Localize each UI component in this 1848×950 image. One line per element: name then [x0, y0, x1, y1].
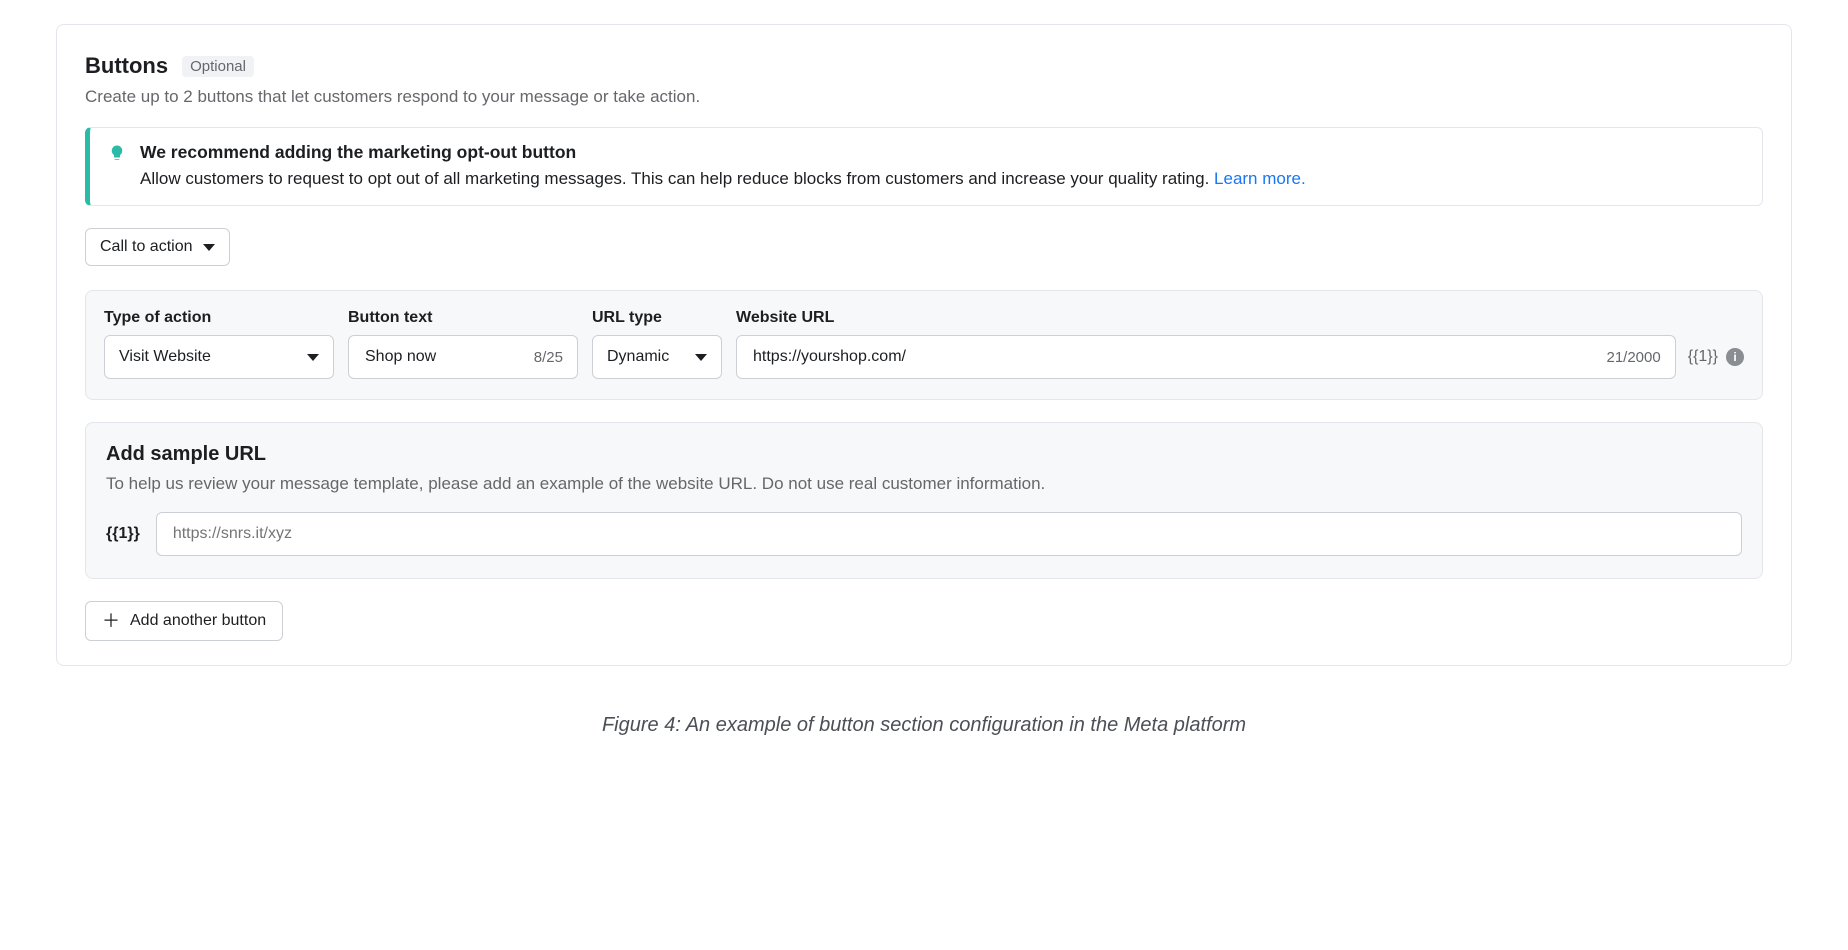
- sample-title: Add sample URL: [106, 443, 1742, 466]
- tip-body-text: Allow customers to request to opt out of…: [140, 169, 1214, 188]
- recommendation-banner: We recommend adding the marketing opt-ou…: [85, 127, 1763, 206]
- type-of-action-select[interactable]: Visit Website: [104, 335, 334, 379]
- figure-caption: Figure 4: An example of button section c…: [56, 714, 1792, 737]
- button-category-select[interactable]: Call to action: [85, 228, 230, 266]
- lightbulb-icon: [108, 144, 126, 167]
- section-description: Create up to 2 buttons that let customer…: [85, 87, 1763, 107]
- button-text-input[interactable]: [363, 347, 524, 367]
- sample-url-input[interactable]: [171, 524, 1727, 544]
- type-of-action-field: Type of action Visit Website: [104, 309, 334, 379]
- sample-variable-label: {{1}}: [106, 525, 140, 543]
- url-variable-suffix: {{1}}: [1688, 348, 1718, 366]
- chevron-down-icon: [307, 354, 319, 361]
- website-url-input-wrap: 21/2000: [736, 335, 1676, 379]
- button-text-input-wrap: 8/25: [348, 335, 578, 379]
- button-text-label: Button text: [348, 309, 578, 327]
- plus-icon: ＋: [102, 612, 120, 630]
- button-text-field: Button text 8/25: [348, 309, 578, 379]
- button-text-counter: 8/25: [524, 349, 563, 366]
- optional-badge: Optional: [182, 56, 254, 77]
- url-type-value: Dynamic: [607, 348, 669, 366]
- button-config-panel: Type of action Visit Website Button text…: [85, 290, 1763, 400]
- learn-more-link[interactable]: Learn more.: [1214, 169, 1306, 188]
- website-url-counter: 21/2000: [1596, 349, 1660, 366]
- chevron-down-icon: [695, 354, 707, 361]
- url-type-label: URL type: [592, 309, 722, 327]
- section-title: Buttons: [85, 53, 168, 79]
- info-icon[interactable]: i: [1726, 348, 1744, 366]
- chevron-down-icon: [203, 244, 215, 251]
- sample-url-panel: Add sample URL To help us review your me…: [85, 422, 1763, 579]
- website-url-input[interactable]: [751, 347, 1596, 367]
- type-of-action-label: Type of action: [104, 309, 334, 327]
- type-of-action-value: Visit Website: [119, 348, 211, 366]
- website-url-field: Website URL 21/2000 {{1}} i: [736, 309, 1744, 379]
- url-type-field: URL type Dynamic: [592, 309, 722, 379]
- add-another-button-label: Add another button: [130, 612, 266, 630]
- url-type-select[interactable]: Dynamic: [592, 335, 722, 379]
- buttons-section-card: Buttons Optional Create up to 2 buttons …: [56, 24, 1792, 666]
- tip-title: We recommend adding the marketing opt-ou…: [140, 142, 1744, 163]
- add-another-button[interactable]: ＋ Add another button: [85, 601, 283, 641]
- tip-body: Allow customers to request to opt out of…: [140, 169, 1744, 189]
- sample-description: To help us review your message template,…: [106, 474, 1742, 494]
- button-category-label: Call to action: [100, 238, 193, 256]
- sample-url-input-wrap: [156, 512, 1742, 556]
- section-header: Buttons Optional: [85, 53, 1763, 79]
- website-url-label: Website URL: [736, 309, 1676, 327]
